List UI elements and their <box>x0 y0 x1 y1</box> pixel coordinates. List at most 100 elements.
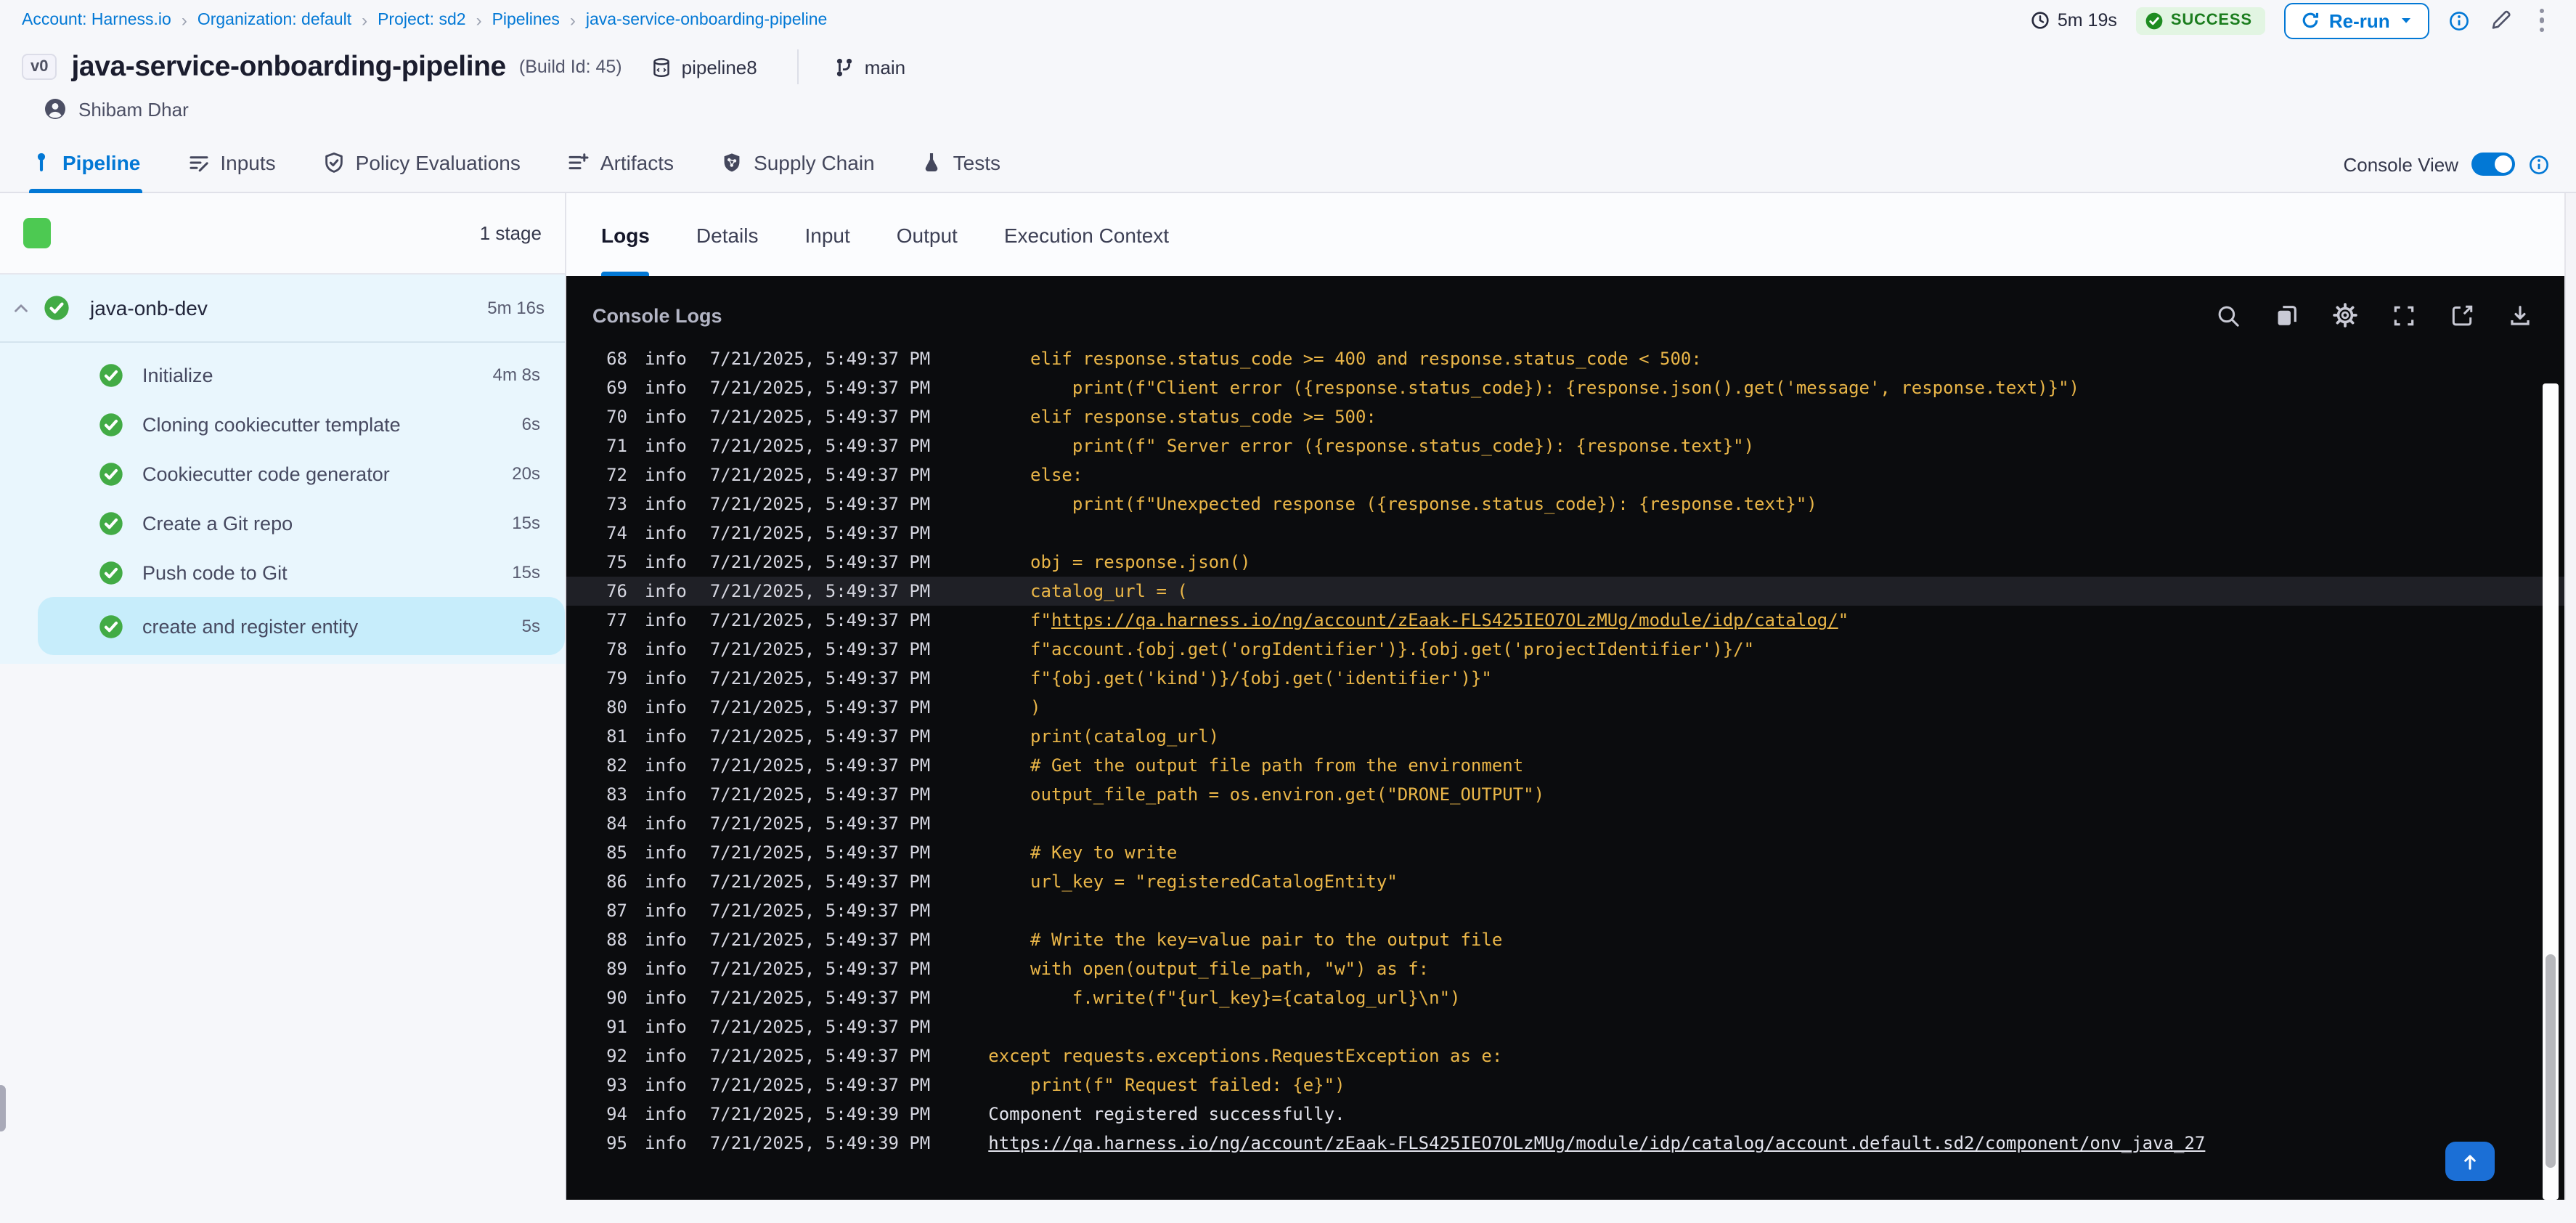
copy-icon[interactable] <box>2274 303 2299 328</box>
log-timestamp: 7/21/2025, 5:49:39 PM <box>709 1133 931 1153</box>
log-link[interactable]: https://qa.harness.io/ng/account/zEaak-F… <box>1051 610 1838 630</box>
log-text: f.write(f"{url_key}={catalog_url}\n") <box>988 988 1461 1008</box>
breadcrumb-item[interactable]: Account: Harness.io <box>22 12 171 29</box>
log-row: 85 info 7/21/2025, 5:49:37 PM # Key to wri… <box>566 838 2564 867</box>
page-scrollbar-rail[interactable] <box>2564 193 2576 1200</box>
step-duration: 20s <box>512 463 540 484</box>
tab-supply-chain[interactable]: Supply Chain <box>719 132 876 192</box>
detail-tab-output[interactable]: Output <box>897 193 958 276</box>
log-timestamp: 7/21/2025, 5:49:37 PM <box>709 436 931 456</box>
log-timestamp: 7/21/2025, 5:49:37 PM <box>709 784 931 805</box>
log-level: info <box>645 959 687 979</box>
scroll-to-top-button[interactable] <box>2445 1142 2495 1181</box>
sidebar-scrollbar-thumb[interactable] <box>0 1085 6 1131</box>
detail-tab-logs[interactable]: Logs <box>601 193 651 276</box>
step-cloning-cookiecutter-template[interactable]: Cloning cookiecutter template 6s <box>0 399 565 449</box>
breadcrumb-item[interactable]: Pipelines <box>492 12 560 29</box>
detail-tab-execution-context[interactable]: Execution Context <box>1004 193 1169 276</box>
log-link[interactable]: https://qa.harness.io/ng/account/zEaak-F… <box>988 1133 2205 1153</box>
log-scrollbar[interactable] <box>2543 383 2559 1200</box>
open-new-icon[interactable] <box>2450 303 2474 328</box>
info-icon[interactable] <box>2448 9 2470 31</box>
log-timestamp: 7/21/2025, 5:49:37 PM <box>709 930 931 950</box>
pipeline-icon <box>30 151 52 173</box>
log-level: info <box>645 871 687 892</box>
log-timestamp: 7/21/2025, 5:49:37 PM <box>709 959 931 979</box>
detail-tab-details[interactable]: Details <box>696 193 759 276</box>
log-timestamp: 7/21/2025, 5:49:37 PM <box>709 755 931 776</box>
log-timestamp: 7/21/2025, 5:49:37 PM <box>709 1046 931 1066</box>
log-line-number: 74 <box>606 523 627 543</box>
log-timestamp: 7/21/2025, 5:49:37 PM <box>709 1017 931 1037</box>
step-create-and-register-entity[interactable]: create and register entity 5s <box>38 597 565 655</box>
log-level: info <box>645 436 687 456</box>
breadcrumb-item[interactable]: Organization: default <box>197 12 351 29</box>
step-create-a-git-repo[interactable]: Create a Git repo 15s <box>0 498 565 548</box>
log-text: # Get the output file path from the envi… <box>988 755 1524 776</box>
refresh-icon <box>2300 10 2320 31</box>
step-cookiecutter-code-generator[interactable]: Cookiecutter code generator 20s <box>0 449 565 498</box>
success-check-icon <box>99 511 123 535</box>
execution-detail: Logs Details Input Output Execution Context … <box>566 193 2564 1200</box>
tab-tests[interactable]: Tests <box>920 132 1002 192</box>
edit-icon[interactable] <box>2489 9 2512 32</box>
stage-duration: 5m 16s <box>487 298 545 318</box>
tab-artifacts[interactable]: Artifacts <box>566 132 675 192</box>
supply-chain-icon <box>720 150 743 174</box>
log-line-number: 92 <box>606 1046 627 1066</box>
success-check-icon <box>99 362 123 387</box>
log-line-number: 70 <box>606 407 627 427</box>
steps-list: Initialize 4m 8s Cloning cookiecutter temp… <box>0 343 565 655</box>
detail-tab-input[interactable]: Input <box>805 193 850 276</box>
more-options-icon[interactable] <box>2531 6 2553 34</box>
log-level: info <box>645 494 687 514</box>
log-timestamp: 7/21/2025, 5:49:37 PM <box>709 901 931 921</box>
info-icon[interactable] <box>2528 153 2550 175</box>
log-line-number: 89 <box>606 959 627 979</box>
log-row: 72 info 7/21/2025, 5:49:37 PM else: <box>566 460 2564 489</box>
log-row: 76 info 7/21/2025, 5:49:37 PM catalog_url … <box>566 577 2564 606</box>
log-line-number: 87 <box>606 901 627 921</box>
console-panel: Console Logs 68 info 7/21/2025, 5:49:37 PM… <box>566 276 2564 1200</box>
log-row: 94 info 7/21/2025, 5:49:39 PM Component reg… <box>566 1100 2564 1129</box>
log-scrollbar-thumb[interactable] <box>2546 954 2556 1167</box>
rerun-button[interactable]: Re-run <box>2283 2 2429 38</box>
log-timestamp: 7/21/2025, 5:49:37 PM <box>709 1075 931 1095</box>
step-name: Cookiecutter code generator <box>142 463 390 484</box>
tab-policy-evaluations[interactable]: Policy Evaluations <box>321 132 522 192</box>
log-text: obj = response.json() <box>988 552 1251 572</box>
log-line-number: 95 <box>606 1133 627 1153</box>
step-push-code-to-git[interactable]: Push code to Git 15s <box>0 548 565 597</box>
log-level: info <box>645 1104 687 1124</box>
log-text: elif response.status_code >= 400 and res… <box>988 349 1702 369</box>
tab-pipeline[interactable]: Pipeline <box>29 132 142 193</box>
log-line-number: 90 <box>606 988 627 1008</box>
chevron-up-icon[interactable] <box>12 298 30 317</box>
step-duration: 5s <box>521 616 540 636</box>
log-line-number: 71 <box>606 436 627 456</box>
console-toolbar <box>2216 302 2532 328</box>
log-text: print(f"Client error ({response.status_c… <box>988 378 2079 398</box>
settings-icon[interactable] <box>2332 302 2358 328</box>
download-icon[interactable] <box>2508 303 2532 328</box>
breadcrumb-item[interactable]: java-service-onboarding-pipeline <box>586 12 827 29</box>
branch-chip[interactable]: main <box>834 56 905 78</box>
tab-label: Supply Chain <box>754 150 875 174</box>
log-text: else: <box>988 465 1083 485</box>
repo-chip[interactable]: pipeline8 <box>651 56 757 78</box>
status-badge: SUCCESS <box>2135 7 2265 34</box>
log-text: print(f"Unexpected response ({response.s… <box>988 494 1817 514</box>
tab-inputs[interactable]: Inputs <box>185 132 277 192</box>
search-icon[interactable] <box>2216 303 2241 328</box>
log-line-number: 84 <box>606 813 627 834</box>
version-badge: v0 <box>22 54 57 80</box>
tab-label: Tests <box>953 150 1000 174</box>
breadcrumb-item[interactable]: Project: sd2 <box>378 12 465 29</box>
stage-row[interactable]: java-onb-dev 5m 16s <box>0 275 565 341</box>
log-timestamp: 7/21/2025, 5:49:37 PM <box>709 465 931 485</box>
success-check-icon <box>99 412 123 436</box>
log-level: info <box>645 523 687 543</box>
console-view-toggle[interactable] <box>2471 153 2515 176</box>
step-initialize[interactable]: Initialize 4m 8s <box>0 350 565 399</box>
fullscreen-icon[interactable] <box>2392 303 2416 328</box>
